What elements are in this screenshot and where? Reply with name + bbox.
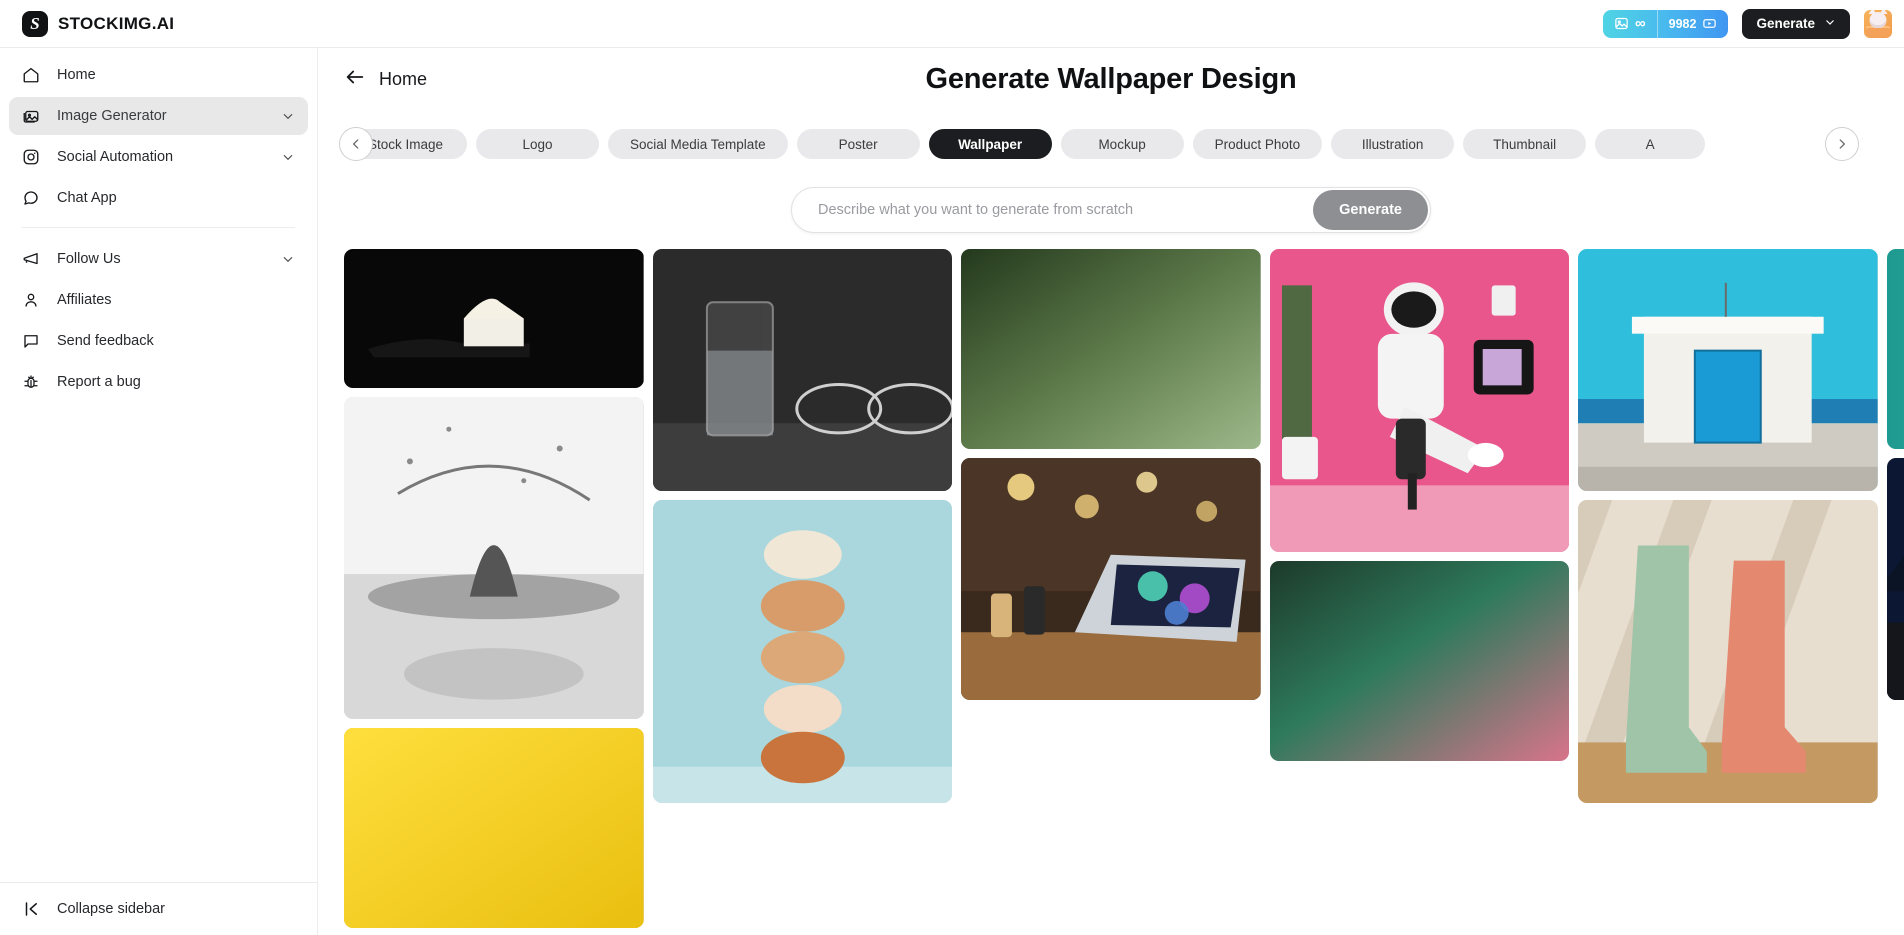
back-link-label: Home bbox=[379, 68, 428, 89]
image-icon bbox=[1614, 16, 1629, 31]
avatar[interactable] bbox=[1864, 9, 1892, 38]
chevron-down-icon[interactable] bbox=[281, 150, 295, 164]
sidebar-item-social-automation[interactable]: Social Automation bbox=[9, 138, 308, 176]
brand-mark-icon: S bbox=[22, 10, 48, 37]
category-chip-label: Thumbnail bbox=[1493, 136, 1557, 152]
gallery-tile-glass-and-glasses-bw[interactable] bbox=[652, 249, 953, 491]
gallery-tile-astronaut-office[interactable] bbox=[1269, 249, 1570, 552]
message-icon bbox=[22, 332, 40, 350]
sidebar-item-image-generator[interactable]: Image Generator bbox=[9, 97, 308, 135]
category-chip-mockup[interactable]: Mockup bbox=[1060, 129, 1184, 159]
category-chip-label: Product Photo bbox=[1214, 136, 1301, 152]
gallery-tile-laptop-cafe[interactable] bbox=[961, 458, 1261, 700]
category-tabs-scroller[interactable]: Stock Image Logo Social Media Template Post… bbox=[318, 118, 1904, 170]
category-chip-illustration[interactable]: Illustration bbox=[1331, 129, 1455, 159]
credits-pill[interactable]: ∞ 9982 bbox=[1602, 9, 1729, 38]
gallery-tile-green-blur[interactable] bbox=[961, 249, 1261, 449]
category-chip-label: Wallpaper bbox=[958, 136, 1023, 152]
chevron-down-icon[interactable] bbox=[281, 252, 295, 266]
category-chip-a[interactable]: A bbox=[1595, 129, 1706, 159]
category-chip-label: Poster bbox=[838, 136, 878, 152]
collapse-sidebar-button[interactable]: Collapse sidebar bbox=[0, 882, 317, 935]
sidebar-nav: Home Image Generator Social Automation C… bbox=[0, 48, 317, 882]
collapse-sidebar-label: Collapse sidebar bbox=[57, 901, 166, 917]
sidebar-item-send-feedback[interactable]: Send feedback bbox=[9, 322, 308, 360]
main-content: Home Generate Wallpaper Design Stock Ima… bbox=[318, 48, 1904, 935]
instagram-icon bbox=[22, 148, 40, 166]
arrow-left-icon bbox=[344, 66, 366, 93]
back-to-home-link[interactable]: Home bbox=[318, 66, 427, 93]
brand-logo[interactable]: S STOCKIMG.AI bbox=[0, 10, 175, 37]
user-icon bbox=[22, 291, 40, 309]
category-chip-thumbnail[interactable]: Thumbnail bbox=[1463, 129, 1587, 159]
category-chip-label: Stock Image bbox=[367, 136, 444, 152]
sidebar-divider bbox=[22, 227, 295, 228]
avatar-cat-shape bbox=[1868, 9, 1888, 28]
category-chip-wallpaper[interactable]: Wallpaper bbox=[928, 129, 1052, 159]
collapse-left-icon bbox=[22, 900, 40, 918]
image-icon bbox=[22, 107, 40, 125]
category-prev-button[interactable] bbox=[339, 127, 373, 161]
category-chip-logo[interactable]: Logo bbox=[476, 129, 599, 159]
category-chip-poster[interactable]: Poster bbox=[796, 129, 920, 159]
gallery-tile-night-camping-tent[interactable] bbox=[1886, 458, 1904, 700]
generate-menu-button[interactable]: Generate bbox=[1742, 8, 1850, 39]
category-chip-label: Social Media Template bbox=[630, 136, 766, 152]
page-title: Generate Wallpaper Design bbox=[925, 62, 1297, 95]
sidebar-item-label: Chat App bbox=[57, 190, 117, 206]
home-icon bbox=[22, 66, 40, 84]
chevron-down-icon bbox=[1824, 16, 1836, 31]
sidebar-item-home[interactable]: Home bbox=[9, 56, 308, 94]
gallery-tile-yellow-abstract[interactable] bbox=[344, 728, 644, 928]
image-gallery bbox=[318, 249, 1904, 935]
brand-name: STOCKIMG.AI bbox=[58, 13, 175, 33]
main-header: Home Generate Wallpaper Design bbox=[318, 48, 1904, 110]
sidebar-item-label: Affiliates bbox=[57, 292, 112, 308]
video-credits-segment[interactable]: 9982 bbox=[1656, 9, 1729, 38]
category-tabs: Stock Image Logo Social Media Template Post… bbox=[318, 118, 1904, 170]
sidebar: Home Image Generator Social Automation C… bbox=[0, 48, 318, 935]
sidebar-item-label: Social Automation bbox=[57, 149, 174, 165]
category-chip-product-photo[interactable]: Product Photo bbox=[1192, 129, 1323, 159]
gallery-tile-teal-blur[interactable] bbox=[1886, 249, 1904, 449]
prompt-row: Generate bbox=[318, 187, 1904, 233]
chat-icon bbox=[22, 189, 40, 207]
top-bar: S STOCKIMG.AI ∞ 9982 Generate bbox=[0, 0, 1904, 48]
category-next-button[interactable] bbox=[1825, 127, 1859, 161]
generate-menu-label: Generate bbox=[1756, 16, 1815, 31]
gallery-tile-water-splash-bw[interactable] bbox=[344, 397, 644, 719]
category-chip-social-media-template[interactable]: Social Media Template bbox=[608, 129, 788, 159]
category-chip-label: Logo bbox=[522, 136, 553, 152]
image-credits-segment[interactable]: ∞ bbox=[1603, 10, 1657, 38]
sidebar-item-label: Home bbox=[57, 67, 96, 83]
video-icon bbox=[1702, 16, 1717, 31]
sidebar-item-label: Follow Us bbox=[57, 251, 121, 267]
chevron-down-icon[interactable] bbox=[281, 109, 295, 123]
category-chip-label: A bbox=[1645, 136, 1655, 152]
sidebar-item-report-a-bug[interactable]: Report a bug bbox=[9, 363, 308, 401]
gallery-tile-toothbrush-dark[interactable] bbox=[344, 249, 644, 388]
sidebar-item-follow-us[interactable]: Follow Us bbox=[9, 240, 308, 278]
prompt-generate-button[interactable]: Generate bbox=[1313, 190, 1428, 230]
gallery-tile-blue-door-white-wall[interactable] bbox=[1578, 249, 1878, 491]
video-credit-count: 9982 bbox=[1668, 16, 1697, 31]
gallery-tile-rain-boots-pair[interactable] bbox=[1578, 500, 1878, 803]
megaphone-icon bbox=[22, 250, 40, 268]
sidebar-item-label: Send feedback bbox=[57, 333, 154, 349]
sidebar-item-chat-app[interactable]: Chat App bbox=[9, 179, 308, 217]
sidebar-item-label: Image Generator bbox=[57, 108, 167, 124]
infinity-label: ∞ bbox=[1634, 15, 1646, 32]
category-chip-label: Mockup bbox=[1098, 136, 1146, 152]
sidebar-item-affiliates[interactable]: Affiliates bbox=[9, 281, 308, 319]
bug-icon bbox=[22, 373, 40, 391]
category-chip-label: Illustration bbox=[1361, 136, 1424, 152]
top-bar-actions: ∞ 9982 Generate bbox=[1602, 8, 1904, 39]
sidebar-item-label: Report a bug bbox=[57, 374, 141, 390]
prompt-bar: Generate bbox=[791, 187, 1431, 233]
gallery-tile-stacked-eggs[interactable] bbox=[652, 500, 953, 803]
gallery-tile-pink-green-blur[interactable] bbox=[1269, 561, 1570, 761]
prompt-input[interactable] bbox=[792, 188, 1314, 232]
